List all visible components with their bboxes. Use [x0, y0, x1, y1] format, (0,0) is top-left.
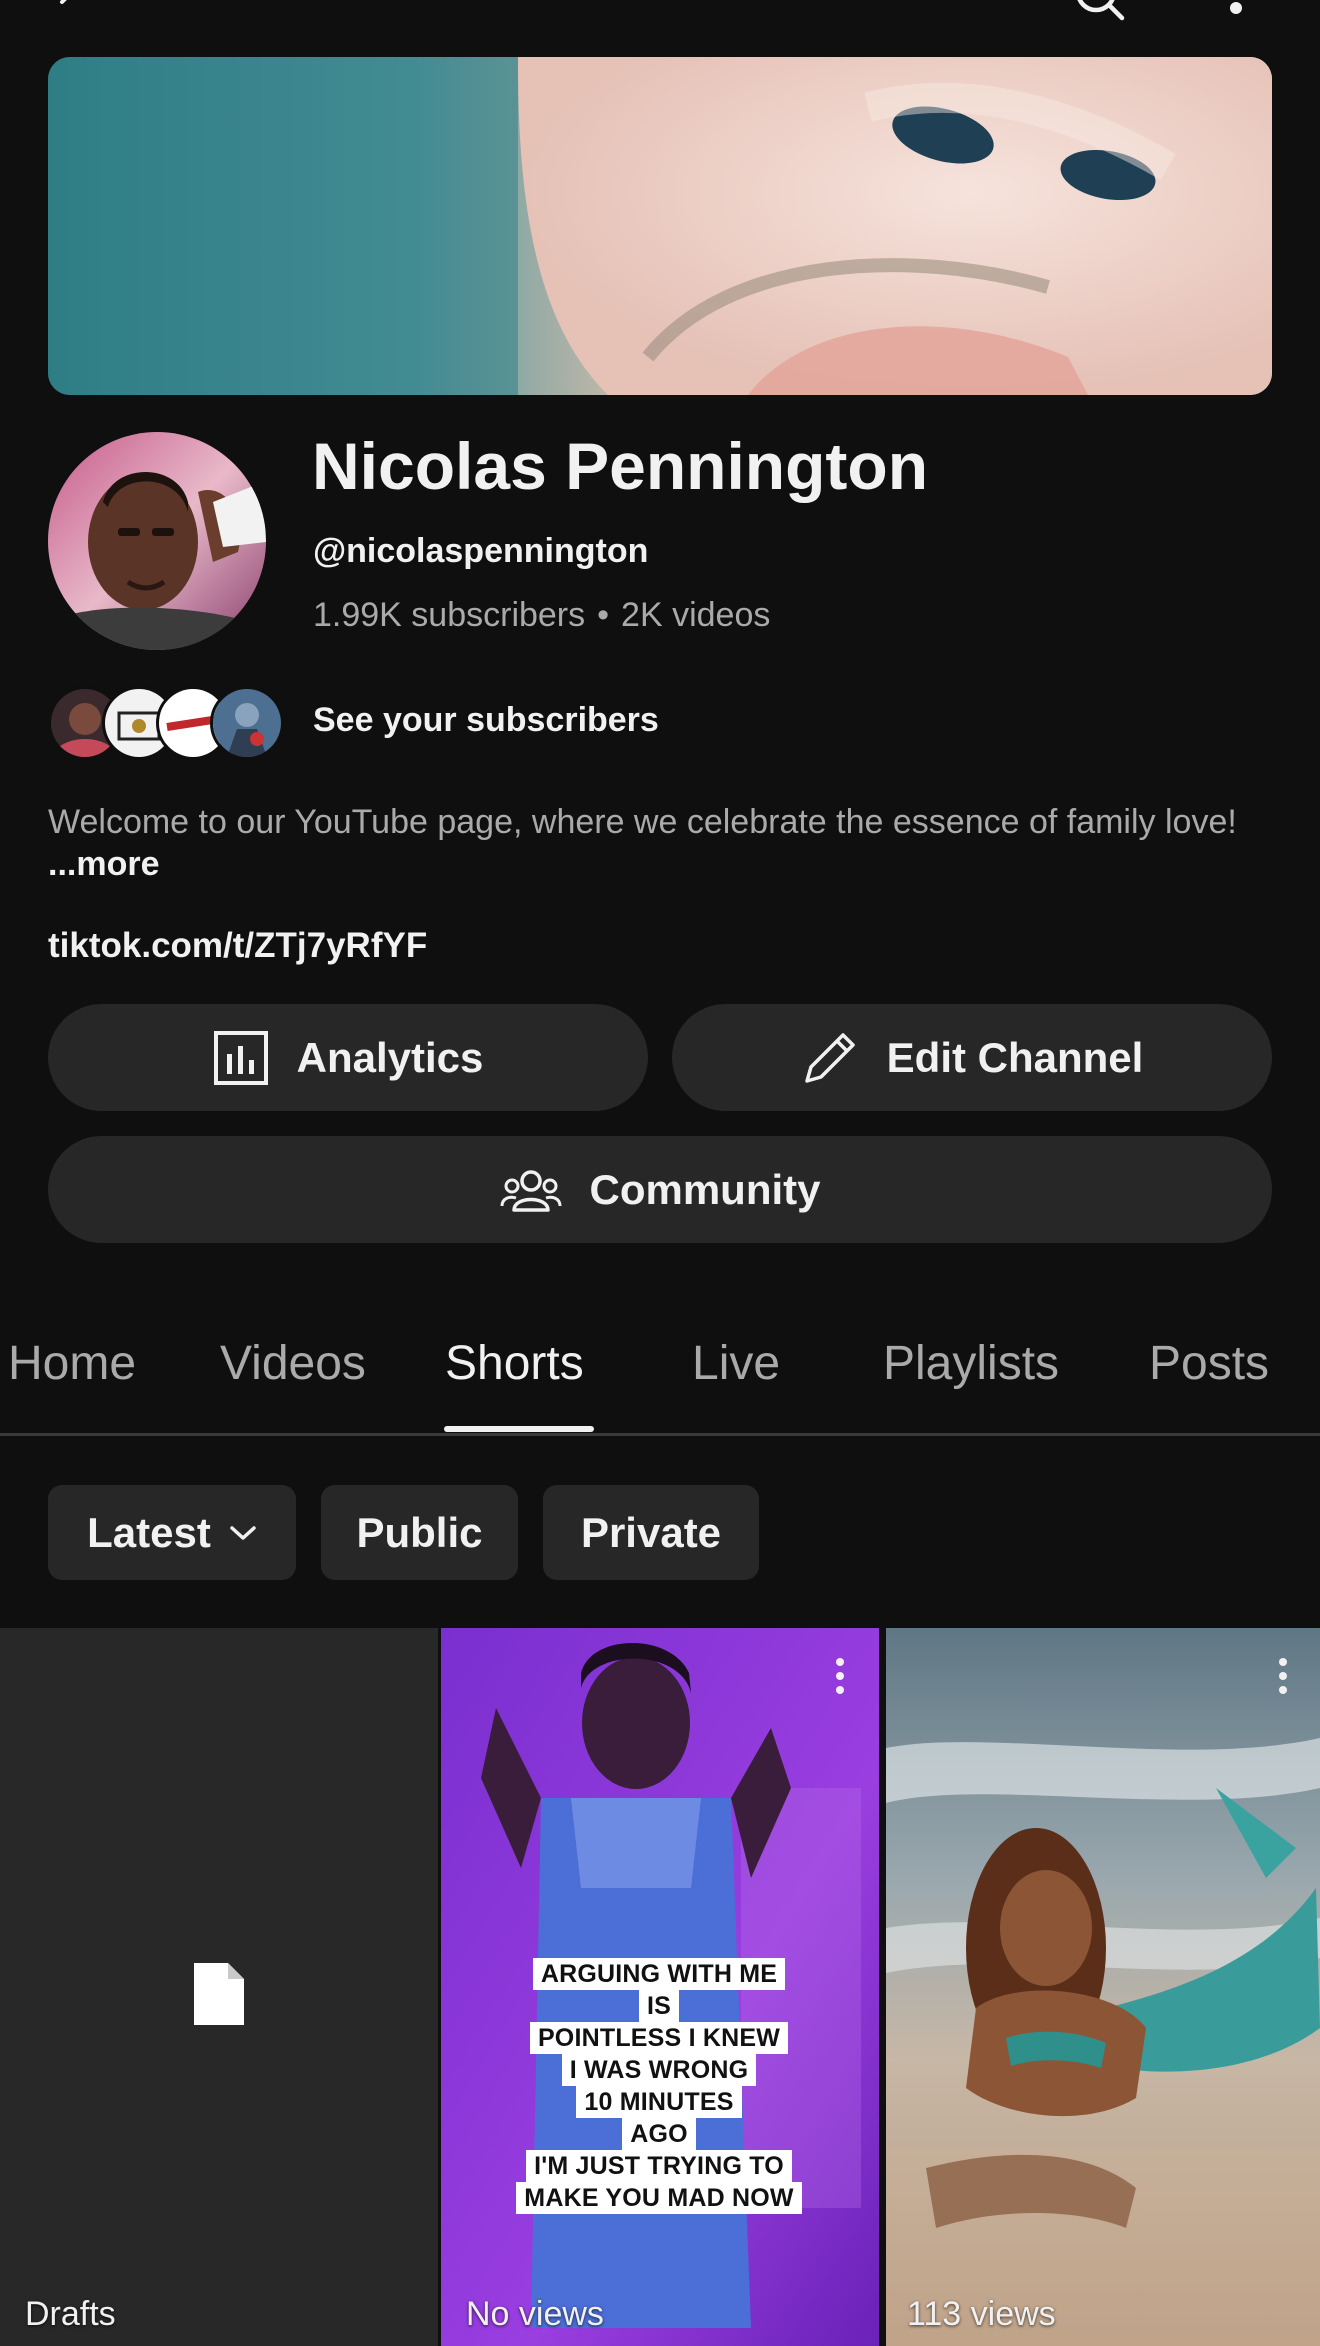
drafts-tile[interactable]: Drafts	[0, 1628, 438, 2346]
subscriber-avatar	[210, 686, 284, 760]
analytics-button[interactable]: Analytics	[48, 1004, 648, 1111]
chevron-down-icon	[230, 1525, 256, 1540]
subscriber-avatars[interactable]	[48, 686, 288, 760]
tab-shorts[interactable]: Shorts	[445, 1336, 584, 1391]
drafts-label: Drafts	[25, 2295, 116, 2333]
caption-line: 10 MINUTES	[576, 2086, 742, 2118]
edit-channel-label: Edit Channel	[886, 1033, 1144, 1081]
document-icon	[194, 1963, 244, 2025]
bar-chart-icon	[213, 1030, 268, 1085]
short-tile[interactable]: ARGUING WITH ME IS POINTLESS I KNEW I WA…	[441, 1628, 879, 2346]
active-tab-indicator	[444, 1426, 594, 1432]
more-link[interactable]: ...more	[48, 845, 159, 883]
avatar-image	[48, 432, 266, 650]
description-text: Welcome to our YouTube page, where we ce…	[48, 803, 1237, 841]
more-vertical-icon[interactable]	[1276, 1656, 1290, 1696]
banner-image	[48, 57, 1272, 395]
channel-link[interactable]: tiktok.com/t/ZTj7yRfYF	[48, 926, 427, 966]
caption-line: I WAS WRONG	[561, 2054, 757, 2086]
stats-separator: •	[597, 596, 610, 634]
caption-line: ARGUING WITH ME	[532, 1958, 786, 1990]
sort-dropdown[interactable]: Latest	[48, 1485, 296, 1580]
short-caption: ARGUING WITH ME IS POINTLESS I KNEW I WA…	[503, 1958, 815, 2214]
tab-playlists[interactable]: Playlists	[883, 1336, 1059, 1391]
more-vertical-icon[interactable]	[1222, 0, 1250, 24]
caption-line: AGO	[622, 2118, 696, 2150]
channel-handle: @nicolaspennington	[313, 532, 649, 570]
back-arrow-icon[interactable]	[48, 0, 92, 26]
tab-videos[interactable]: Videos	[220, 1336, 366, 1391]
channel-description[interactable]: Welcome to our YouTube page, where we ce…	[48, 801, 1248, 885]
caption-line: MAKE YOU MAD NOW	[516, 2182, 802, 2214]
people-icon	[500, 1169, 561, 1212]
more-vertical-icon[interactable]	[833, 1656, 847, 1696]
subscriber-count: 1.99K subscribers	[313, 596, 586, 634]
channel-avatar[interactable]	[48, 432, 266, 650]
top-bar	[0, 0, 1320, 40]
sort-label: Latest	[87, 1508, 211, 1556]
tab-live[interactable]: Live	[692, 1336, 780, 1391]
channel-tabs: Home Videos Shorts Live Playlists Posts	[0, 1330, 1320, 1436]
video-count: 2K videos	[621, 596, 771, 634]
filter-public[interactable]: Public	[321, 1485, 518, 1580]
channel-stats: 1.99K subscribers • 2K videos	[313, 596, 770, 635]
short-thumbnail	[886, 1628, 1320, 2346]
see-subscribers-link[interactable]: See your subscribers	[313, 701, 659, 740]
channel-banner	[48, 57, 1272, 395]
short-view-count: 113 views	[907, 2295, 1056, 2333]
tabs-divider	[0, 1433, 1320, 1436]
channel-page: Nicolas Pennington @nicolaspennington 1.…	[0, 0, 1320, 2346]
filter-private[interactable]: Private	[543, 1485, 759, 1580]
edit-channel-button[interactable]: Edit Channel	[672, 1004, 1272, 1111]
community-button[interactable]: Community	[48, 1136, 1272, 1243]
caption-line: I'M JUST TRYING TO	[526, 2150, 792, 2182]
short-tile[interactable]: 113 views	[886, 1628, 1320, 2346]
tab-posts[interactable]: Posts	[1149, 1336, 1269, 1391]
channel-name: Nicolas Pennington	[312, 429, 929, 503]
pencil-icon	[804, 1032, 855, 1083]
caption-line: POINTLESS I KNEW	[529, 2022, 789, 2054]
caption-line: IS	[638, 1990, 680, 2022]
analytics-label: Analytics	[296, 1033, 484, 1081]
community-label: Community	[589, 1165, 821, 1213]
short-view-count: No views	[466, 2295, 604, 2333]
tab-home[interactable]: Home	[8, 1336, 136, 1391]
search-icon[interactable]	[1072, 0, 1128, 26]
